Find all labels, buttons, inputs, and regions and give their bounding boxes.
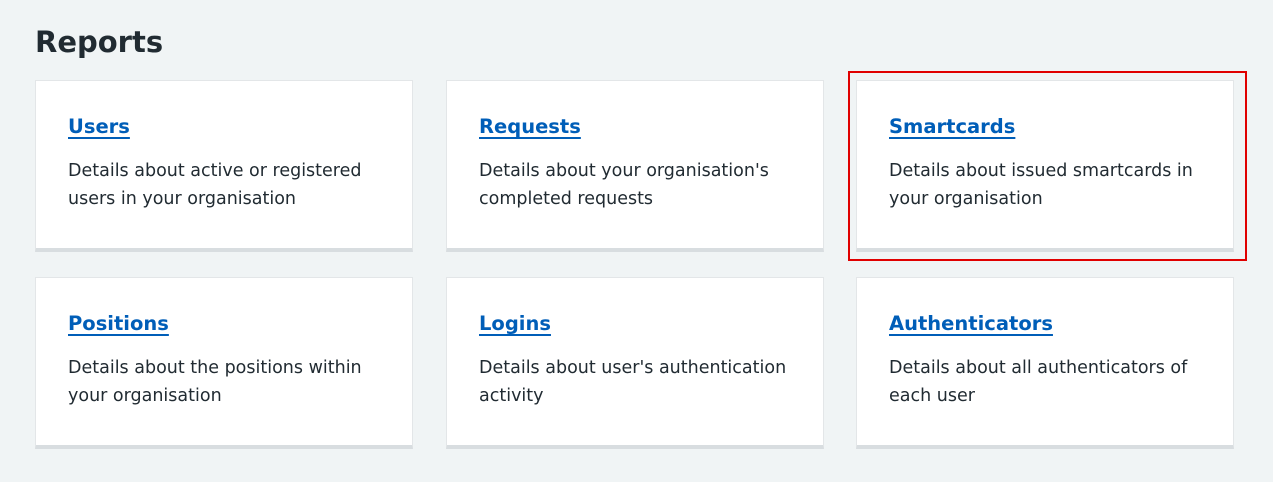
positions-report-description: Details about the positions within your … [68, 358, 362, 406]
smartcards-report-description: Details about issued smartcards in your … [889, 161, 1193, 209]
report-card-authenticators: Authenticators Details about all authent… [856, 277, 1234, 449]
page-title: Reports [35, 25, 164, 59]
logins-report-link[interactable]: Logins [479, 310, 551, 338]
authenticators-report-link[interactable]: Authenticators [889, 310, 1053, 338]
requests-report-link[interactable]: Requests [479, 113, 581, 141]
report-card-positions: Positions Details about the positions wi… [35, 277, 413, 449]
report-card-smartcards: Smartcards Details about issued smartcar… [856, 80, 1234, 252]
users-report-description: Details about active or registered users… [68, 161, 362, 209]
report-card-users: Users Details about active or registered… [35, 80, 413, 252]
requests-report-description: Details about your organisation's comple… [479, 161, 769, 209]
reports-page: Reports Users Details about active or re… [0, 0, 1273, 482]
logins-report-description: Details about user's authentication acti… [479, 358, 787, 406]
authenticators-report-description: Details about all authenticators of each… [889, 358, 1188, 406]
report-card-requests: Requests Details about your organisation… [446, 80, 824, 252]
report-card-logins: Logins Details about user's authenticati… [446, 277, 824, 449]
users-report-link[interactable]: Users [68, 113, 130, 141]
smartcards-report-link[interactable]: Smartcards [889, 113, 1015, 141]
positions-report-link[interactable]: Positions [68, 310, 169, 338]
